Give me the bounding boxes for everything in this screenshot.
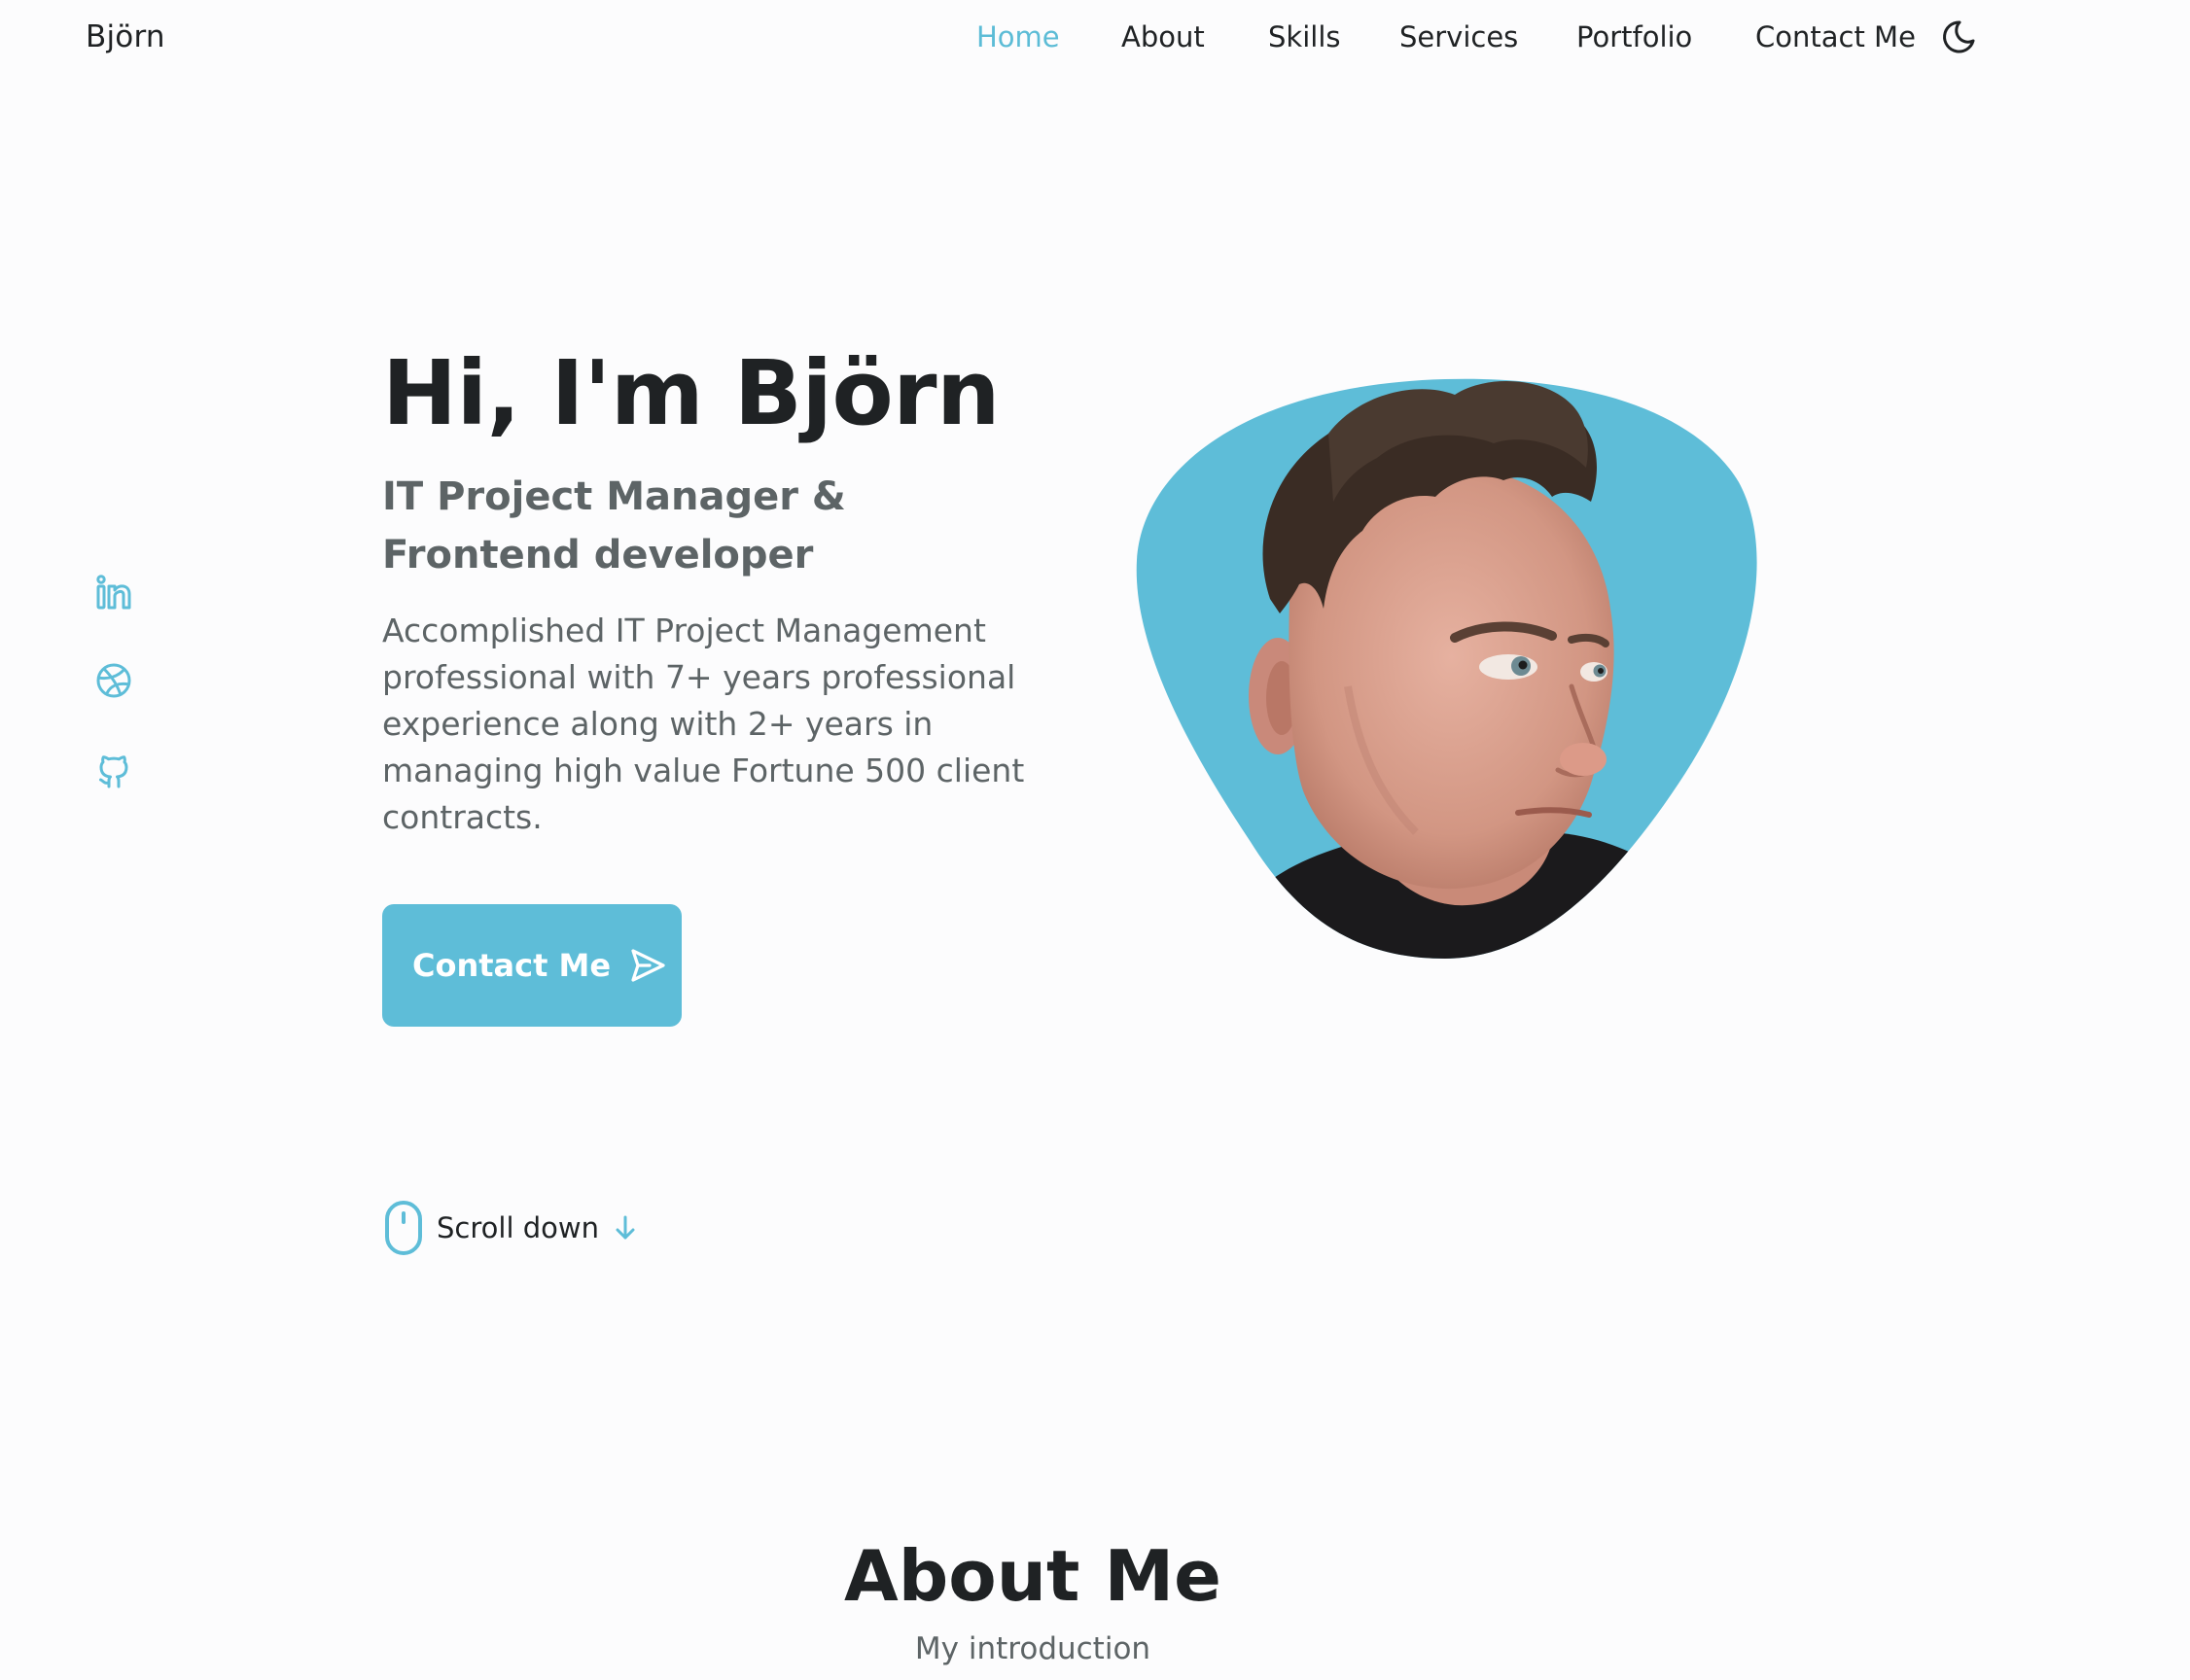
linkedin-link[interactable]: [93, 572, 134, 612]
github-icon: [99, 755, 128, 788]
nav-item-home[interactable]: Home: [976, 18, 1060, 56]
nav-item-skills[interactable]: Skills: [1268, 18, 1340, 56]
hero-title: Hi, I'm Björn: [382, 341, 1001, 445]
nav-item-services[interactable]: Services: [1399, 18, 1518, 56]
nav-item-contact[interactable]: Contact Me: [1755, 18, 1916, 56]
dribbble-icon: [96, 663, 131, 698]
about-section-subtitle: My introduction: [914, 1631, 1151, 1666]
contact-me-button[interactable]: Contact Me: [382, 904, 682, 1027]
hero-subtitle: IT Project Manager & Frontend developer: [382, 474, 846, 578]
contact-me-button-label: Contact Me: [412, 947, 612, 984]
about-section-title: About Me: [844, 1535, 1221, 1617]
linkedin-icon: [96, 575, 131, 610]
hero-description: Accomplished IT Project Management profe…: [382, 612, 1025, 836]
github-link[interactable]: [93, 751, 134, 791]
hero-portrait-image: [1136, 378, 1757, 959]
scroll-down-label: Scroll down: [437, 1211, 599, 1244]
arrow-down-icon: [613, 1213, 638, 1242]
mouse-icon: [384, 1200, 423, 1256]
send-icon: [628, 946, 667, 985]
scroll-down-link[interactable]: Scroll down: [384, 1200, 638, 1256]
nav-item-portfolio[interactable]: Portfolio: [1576, 18, 1692, 56]
moon-icon: [1943, 20, 1975, 53]
nav-item-about[interactable]: About: [1121, 18, 1205, 56]
main-nav: Home About Skills Services Portfolio Con…: [0, 18, 2190, 56]
theme-toggle-button[interactable]: [1939, 18, 1978, 56]
dribbble-link[interactable]: [93, 660, 134, 701]
